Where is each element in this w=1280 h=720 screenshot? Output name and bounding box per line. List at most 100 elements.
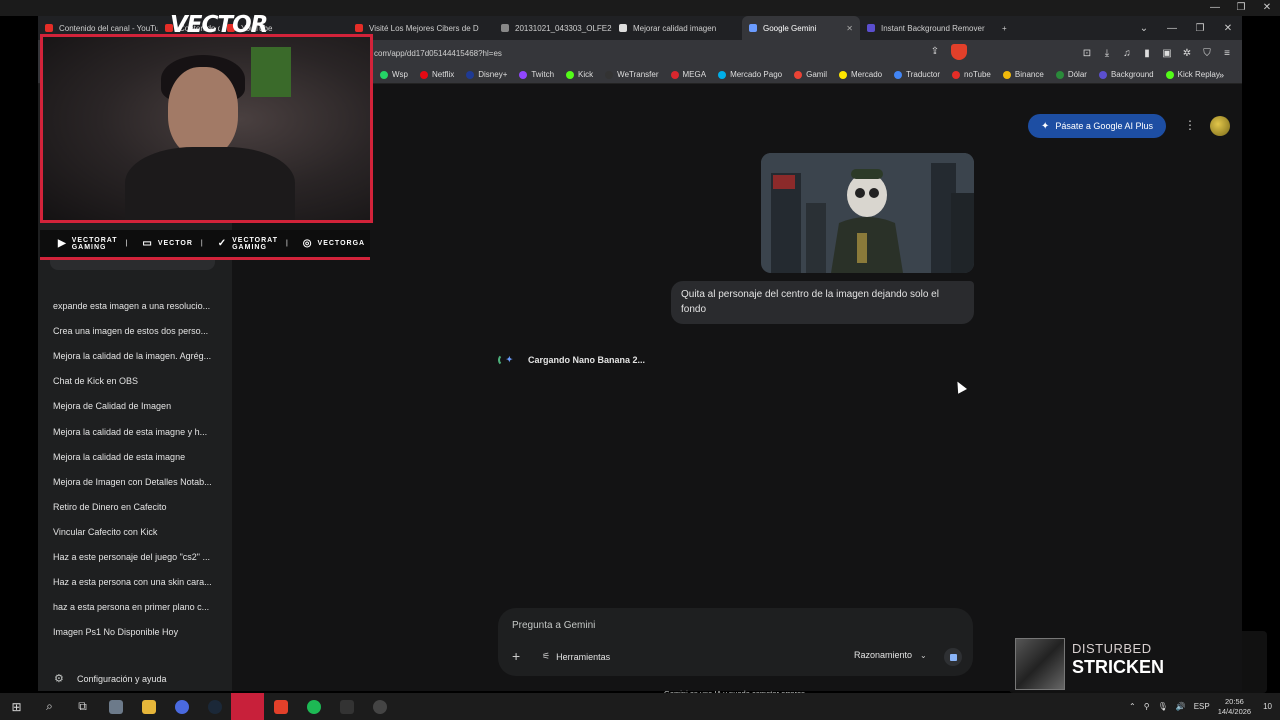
add-file-button[interactable]: +: [512, 648, 520, 664]
bookmark-label: Netflix: [432, 70, 455, 79]
bookmark-favicon-icon: [605, 70, 614, 79]
bookmark-favicon-icon: [466, 70, 475, 79]
close-icon[interactable]: ✕: [1214, 23, 1242, 34]
tab[interactable]: Google Gemini ✕: [742, 16, 860, 40]
recent-chat-item[interactable]: haz a esta persona en primer plano c...: [53, 602, 217, 612]
steam-icon[interactable]: [198, 693, 231, 720]
brave-shields-icon[interactable]: [951, 44, 967, 60]
bookmark-label: Dólar: [1067, 70, 1087, 79]
recent-chat-item[interactable]: Mejora la calidad de esta imagne: [53, 452, 217, 462]
extensions-icon[interactable]: ✲: [1180, 48, 1194, 59]
bookmark[interactable]: Netflix: [420, 70, 454, 79]
bookmark[interactable]: Kick: [566, 70, 593, 79]
language-indicator[interactable]: ESP: [1194, 702, 1210, 711]
bookmark[interactable]: Wsp: [380, 70, 408, 79]
sidebar-toggle-icon[interactable]: ▮: [1140, 48, 1154, 59]
recent-chat-item[interactable]: expande esta imagen a una resolucio...: [53, 301, 217, 311]
download-icon[interactable]: ⤓: [1100, 48, 1114, 59]
close-tab-icon[interactable]: ✕: [840, 24, 853, 33]
task-view-icon[interactable]: ⧉: [66, 693, 99, 720]
minimize-icon[interactable]: —: [1202, 0, 1228, 16]
browser-window-controls: ⌄ — ❐ ✕: [1130, 16, 1242, 40]
new-tab-button[interactable]: +: [995, 16, 1014, 40]
mic-icon[interactable]: 🎙: [1158, 702, 1168, 711]
obs-icon[interactable]: [363, 693, 396, 720]
recent-chat-item[interactable]: Mejora la calidad de esta imagne y h...: [53, 427, 217, 437]
network-icon[interactable]: ⚲: [1144, 702, 1150, 711]
bookmark[interactable]: Binance: [1002, 70, 1044, 79]
bookmark-label: WeTransfer: [617, 70, 659, 79]
recent-chat-item[interactable]: Mejora de Calidad de Imagen: [53, 401, 217, 411]
start-button[interactable]: ⊞: [0, 693, 33, 720]
recent-chat-item[interactable]: Mejora de Imagen con Detalles Notab...: [53, 477, 217, 487]
clock[interactable]: 20:56 14/4/2026: [1218, 697, 1251, 717]
bookmark[interactable]: noTube: [952, 70, 991, 79]
vpn-icon[interactable]: ⛉: [1200, 48, 1214, 59]
bookmark[interactable]: Mercado Pago: [718, 70, 782, 79]
active-app-icon[interactable]: [231, 693, 264, 720]
more-options-icon[interactable]: ⋮: [1184, 118, 1196, 132]
recent-chat-item[interactable]: Chat de Kick en OBS: [53, 376, 217, 386]
share-icon[interactable]: ⇪: [928, 46, 942, 60]
minimize-icon[interactable]: —: [1158, 23, 1186, 34]
bookmark[interactable]: WeTransfer: [605, 70, 659, 79]
bookmark[interactable]: Mercado: [838, 70, 882, 79]
notification-count[interactable]: 10: [1263, 702, 1272, 711]
wallet-icon[interactable]: ▣: [1160, 48, 1174, 59]
tab-label: Contenido del canal - YouTube: [59, 23, 158, 33]
close-icon[interactable]: ✕: [1254, 0, 1280, 16]
recent-chat-item[interactable]: Haz a este personaje del juego "cs2" ...: [53, 552, 217, 562]
recent-chat-item[interactable]: Haz a esta persona con una skin cara...: [53, 577, 217, 587]
settings-and-help[interactable]: ⚙ Configuración y ayuda: [54, 672, 167, 685]
model-selector[interactable]: Razonamiento ⌄: [854, 650, 927, 660]
file-explorer-icon[interactable]: [132, 693, 165, 720]
prompt-input[interactable]: Pregunta a Gemini: [512, 620, 595, 631]
tray-overflow-icon[interactable]: ⌃: [1129, 702, 1136, 711]
tools-label: Herramientas: [556, 651, 611, 662]
uploaded-image[interactable]: [761, 153, 974, 273]
divider: |: [200, 240, 204, 247]
restore-icon[interactable]: ❐: [1186, 23, 1214, 34]
bookmark[interactable]: Twitch: [519, 70, 554, 79]
tab-favicon-icon: [749, 24, 757, 32]
chrome-icon[interactable]: [165, 693, 198, 720]
tab[interactable]: Instant Background Remover: [860, 16, 995, 40]
brave-icon[interactable]: [264, 693, 297, 720]
bookmark[interactable]: Kick Replay: [1165, 70, 1220, 79]
bookmarks-overflow-icon[interactable]: »: [1219, 70, 1224, 80]
model-label: Razonamiento: [854, 650, 913, 660]
bookmark-label: noTube: [964, 70, 991, 79]
recent-chat-item[interactable]: Retiro de Dinero en Cafecito: [53, 502, 217, 512]
spotify-icon[interactable]: [297, 693, 330, 720]
tools-button[interactable]: ⚟ Herramientas: [542, 651, 610, 662]
stop-button[interactable]: [944, 648, 962, 666]
epic-icon[interactable]: [330, 693, 363, 720]
bookmark-label: Kick Replay: [1177, 70, 1220, 79]
url-field[interactable]: com/app/dd17d05144415468?hl=es: [374, 49, 502, 58]
bookmark[interactable]: Gamil: [794, 70, 827, 79]
tab-search-icon[interactable]: ⌄: [1130, 23, 1158, 34]
sparkle-icon: ✦: [1041, 120, 1050, 132]
recent-chat-item[interactable]: Mejora la calidad de la imagen. Agrég...: [53, 351, 217, 361]
bookmark[interactable]: Dólar: [1055, 70, 1087, 79]
tab[interactable]: 20131021_043303_OLFE26AH: [494, 16, 612, 40]
app-icon[interactable]: [99, 693, 132, 720]
bookmark[interactable]: Traductor: [894, 70, 940, 79]
upgrade-button[interactable]: ✦ Pásate a Google AI Plus: [1028, 114, 1166, 138]
media-icon[interactable]: ♫: [1120, 48, 1134, 59]
tab[interactable]: Mejorar calidad imagen: [612, 16, 742, 40]
restore-icon[interactable]: ❐: [1228, 0, 1254, 16]
search-icon[interactable]: ⌕: [33, 693, 66, 720]
translate-icon[interactable]: ⊡: [1080, 48, 1094, 59]
bookmark-label: MEGA: [682, 70, 707, 79]
menu-icon[interactable]: ≡: [1220, 48, 1234, 59]
prompt-composer: Pregunta a Gemini + ⚟ Herramientas Razon…: [498, 608, 973, 676]
recent-chat-item[interactable]: Imagen Ps1 No Disponible Hoy: [53, 627, 217, 637]
bookmark[interactable]: MEGA: [670, 70, 707, 79]
avatar[interactable]: [1210, 116, 1230, 136]
recent-chat-item[interactable]: Crea una imagen de estos dos perso...: [53, 326, 217, 336]
bookmark[interactable]: Disney+: [466, 70, 507, 79]
recent-chat-item[interactable]: Vincular Cafecito con Kick: [53, 527, 217, 537]
volume-icon[interactable]: 🔊: [1176, 702, 1186, 711]
bookmark[interactable]: Background: [1098, 70, 1154, 79]
